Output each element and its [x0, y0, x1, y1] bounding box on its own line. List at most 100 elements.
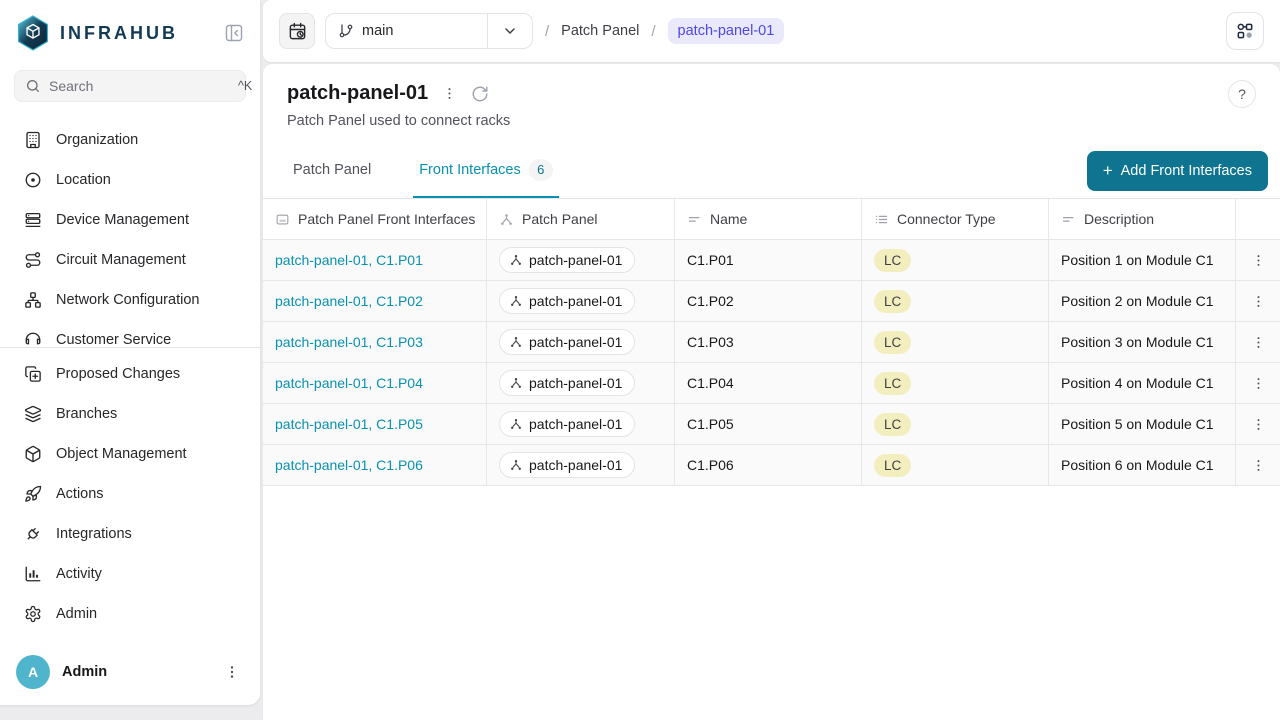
headset-icon	[24, 331, 42, 348]
schema-icon	[1235, 21, 1255, 41]
sidebar-item-integrations[interactable]: Integrations	[0, 514, 260, 554]
object-kebab-icon[interactable]	[442, 86, 457, 101]
breadcrumb-parent[interactable]: Patch Panel	[561, 23, 639, 39]
diff-icon	[24, 365, 42, 383]
user-kebab-icon[interactable]	[222, 662, 242, 682]
chevron-down-icon[interactable]	[487, 14, 532, 48]
calendar-clock-icon	[288, 22, 307, 41]
layers-icon	[24, 405, 42, 423]
interface-description: Position 6 on Module C1	[1061, 457, 1214, 473]
patch-panel-chip[interactable]: patch-panel-01	[499, 329, 635, 355]
table-row[interactable]: patch-panel-01, C1.P05 patch-panel-01 C1…	[263, 403, 1280, 444]
text-icon	[1061, 212, 1076, 227]
infrahub-logo-icon	[16, 14, 50, 52]
column-header-actions	[1236, 199, 1280, 239]
connector-type-badge: LC	[874, 290, 911, 313]
location-icon	[24, 171, 42, 189]
patch-panel-chip[interactable]: patch-panel-01	[499, 247, 635, 273]
row-kebab-icon[interactable]	[1247, 372, 1270, 395]
search-shortcut: ^K	[238, 79, 252, 93]
search-bar[interactable]: ^K	[14, 70, 246, 102]
main-area: main / Patch Panel / patch-panel-01 patc…	[263, 0, 1280, 720]
interface-link[interactable]: patch-panel-01, C1.P06	[275, 457, 423, 473]
table-row[interactable]: patch-panel-01, C1.P03 patch-panel-01 C1…	[263, 321, 1280, 362]
breadcrumb-separator: /	[649, 23, 657, 40]
interface-link[interactable]: patch-panel-01, C1.P01	[275, 252, 423, 268]
sidebar-secondary-menu: Proposed Changes Branches Object Managem…	[0, 348, 260, 634]
sidebar-item-organization[interactable]: Organization	[0, 120, 260, 160]
topbar: main / Patch Panel / patch-panel-01	[263, 0, 1280, 62]
sidebar-item-actions[interactable]: Actions	[0, 474, 260, 514]
help-button[interactable]: ?	[1228, 80, 1256, 108]
page-subtitle: Patch Panel used to connect racks	[287, 113, 1256, 129]
breadcrumb-current[interactable]: patch-panel-01	[668, 18, 785, 44]
hierarchy-icon	[509, 458, 523, 472]
row-kebab-icon[interactable]	[1247, 249, 1270, 272]
column-header-name[interactable]: Name	[675, 199, 862, 239]
connector-type-badge: LC	[874, 372, 911, 395]
interface-link[interactable]: patch-panel-01, C1.P02	[275, 293, 423, 309]
front-interfaces-table: Patch Panel Front Interfaces Patch Panel…	[263, 199, 1280, 486]
row-kebab-icon[interactable]	[1247, 331, 1270, 354]
page-header: patch-panel-01 Patch Panel used to conne…	[263, 64, 1280, 143]
interface-link[interactable]: patch-panel-01, C1.P05	[275, 416, 423, 432]
column-header-connector-type[interactable]: Connector Type	[862, 199, 1049, 239]
interface-description: Position 1 on Module C1	[1061, 252, 1214, 268]
sidebar-item-branches[interactable]: Branches	[0, 394, 260, 434]
sidebar-collapse-icon[interactable]	[222, 21, 246, 45]
table-row[interactable]: patch-panel-01, C1.P04 patch-panel-01 C1…	[263, 362, 1280, 403]
sidebar-item-location[interactable]: Location	[0, 160, 260, 200]
interface-link[interactable]: patch-panel-01, C1.P04	[275, 375, 423, 391]
hierarchy-icon	[499, 212, 514, 227]
column-header-interfaces[interactable]: Patch Panel Front Interfaces	[263, 199, 487, 239]
row-kebab-icon[interactable]	[1247, 454, 1270, 477]
add-front-interfaces-button[interactable]: + Add Front Interfaces	[1087, 151, 1268, 191]
patch-panel-chip[interactable]: patch-panel-01	[499, 288, 635, 314]
page-title: patch-panel-01	[287, 82, 428, 105]
sidebar-item-activity[interactable]: Activity	[0, 554, 260, 594]
sidebar-item-network-configuration[interactable]: Network Configuration	[0, 280, 260, 320]
user-menu[interactable]: A Admin	[0, 645, 260, 705]
search-input[interactable]	[49, 78, 230, 94]
sidebar-item-customer-service[interactable]: Customer Service	[0, 320, 260, 348]
column-header-patch-panel[interactable]: Patch Panel	[487, 199, 675, 239]
tab-front-interfaces[interactable]: Front Interfaces 6	[413, 143, 559, 198]
table-row[interactable]: patch-panel-01, C1.P02 patch-panel-01 C1…	[263, 280, 1280, 321]
interface-name: C1.P04	[687, 375, 734, 391]
refresh-icon[interactable]	[471, 85, 489, 103]
tab-patch-panel[interactable]: Patch Panel	[287, 143, 377, 198]
tab-count-badge: 6	[529, 159, 553, 181]
sidebar-item-object-management[interactable]: Object Management	[0, 434, 260, 474]
plug-icon	[24, 525, 42, 543]
logo-row: INFRAHUB	[0, 0, 260, 62]
interface-link[interactable]: patch-panel-01, C1.P03	[275, 334, 423, 350]
content-card: patch-panel-01 Patch Panel used to conne…	[263, 64, 1280, 720]
route-icon	[24, 251, 42, 269]
plus-icon: +	[1103, 162, 1113, 179]
patch-panel-chip[interactable]: patch-panel-01	[499, 370, 635, 396]
sidebar-item-admin[interactable]: Admin	[0, 594, 260, 634]
hierarchy-icon	[509, 376, 523, 390]
hierarchy-icon	[509, 253, 523, 267]
calendar-clock-button[interactable]	[279, 13, 315, 49]
rocket-icon	[24, 485, 42, 503]
schema-visualizer-button[interactable]	[1226, 12, 1264, 50]
sidebar-item-circuit-management[interactable]: Circuit Management	[0, 240, 260, 280]
table-row[interactable]: patch-panel-01, C1.P01 patch-panel-01 C1…	[263, 239, 1280, 280]
sidebar-item-device-management[interactable]: Device Management	[0, 200, 260, 240]
branch-selector[interactable]: main	[325, 13, 533, 49]
connector-type-badge: LC	[874, 454, 911, 477]
breadcrumb-separator: /	[543, 23, 551, 40]
logo-text: INFRAHUB	[60, 23, 222, 44]
patch-panel-chip[interactable]: patch-panel-01	[499, 411, 635, 437]
row-kebab-icon[interactable]	[1247, 290, 1270, 313]
interface-description: Position 3 on Module C1	[1061, 334, 1214, 350]
git-branch-icon	[338, 23, 354, 39]
connector-type-badge: LC	[874, 331, 911, 354]
gear-icon	[24, 605, 42, 623]
sidebar-item-proposed-changes[interactable]: Proposed Changes	[0, 354, 260, 394]
patch-panel-chip[interactable]: patch-panel-01	[499, 452, 635, 478]
row-kebab-icon[interactable]	[1247, 413, 1270, 436]
table-row[interactable]: patch-panel-01, C1.P06 patch-panel-01 C1…	[263, 444, 1280, 486]
column-header-description[interactable]: Description	[1049, 199, 1236, 239]
